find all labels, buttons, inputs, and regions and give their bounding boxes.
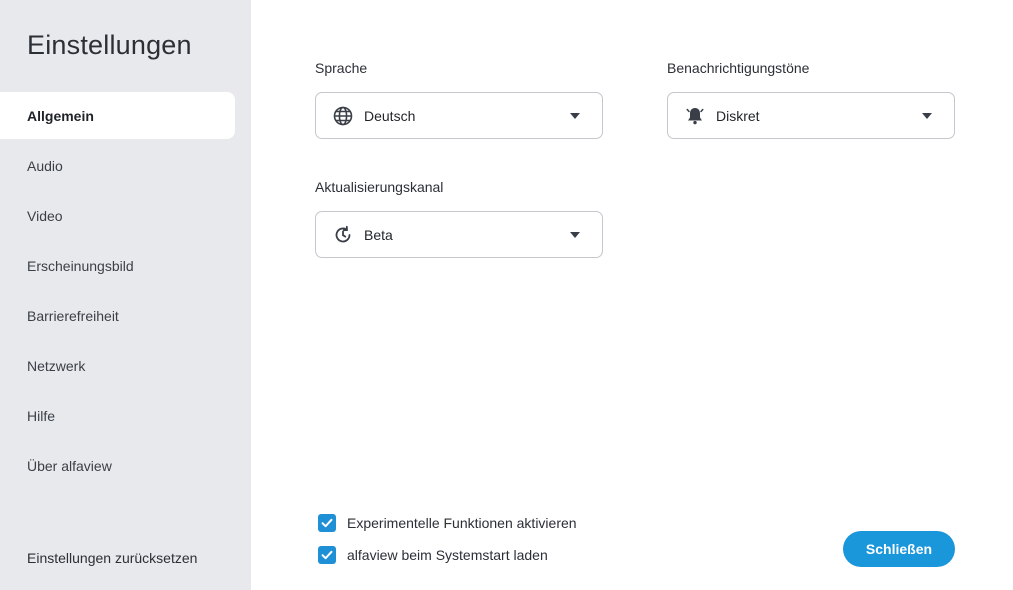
sidebar-item-hilfe[interactable]: Hilfe — [0, 392, 235, 439]
sidebar-item-audio[interactable]: Audio — [0, 142, 235, 189]
notification-sounds-select[interactable]: Diskret — [667, 92, 955, 139]
experimental-features-option[interactable]: Experimentelle Funktionen aktivieren — [318, 514, 577, 532]
sidebar-item-barrierefreiheit[interactable]: Barrierefreiheit — [0, 292, 235, 339]
update-icon — [332, 224, 354, 246]
autostart-label: alfaview beim Systemstart laden — [347, 547, 548, 563]
experimental-features-checkbox[interactable] — [318, 514, 336, 532]
update-channel-select[interactable]: Beta — [315, 211, 603, 258]
experimental-features-label: Experimentelle Funktionen aktivieren — [347, 515, 577, 531]
language-label: Sprache — [315, 60, 368, 76]
update-channel-label: Aktualisierungskanal — [315, 179, 444, 195]
bell-icon — [684, 105, 706, 127]
chevron-down-icon — [570, 231, 580, 238]
update-channel-value: Beta — [364, 226, 393, 243]
language-value: Deutsch — [364, 107, 416, 124]
sidebar-item-netzwerk[interactable]: Netzwerk — [0, 342, 235, 389]
chevron-down-icon — [922, 112, 932, 119]
sidebar-item-video[interactable]: Video — [0, 192, 235, 239]
globe-icon — [332, 105, 354, 127]
notification-sounds-value: Diskret — [716, 107, 760, 124]
sidebar-item-allgemein[interactable]: Allgemein — [0, 92, 235, 139]
sidebar-item-ueber-alfaview[interactable]: Über alfaview — [0, 442, 235, 489]
notification-sounds-label: Benachrichtigungstöne — [667, 60, 810, 76]
chevron-down-icon — [570, 112, 580, 119]
language-select[interactable]: Deutsch — [315, 92, 603, 139]
sidebar-title: Einstellungen — [27, 30, 192, 60]
autostart-checkbox[interactable] — [318, 546, 336, 564]
sidebar: Einstellungen Allgemein Audio Video Ersc… — [0, 0, 251, 590]
reset-settings-link[interactable]: Einstellungen zurücksetzen — [27, 550, 197, 566]
close-button[interactable]: Schließen — [843, 531, 955, 567]
autostart-option[interactable]: alfaview beim Systemstart laden — [318, 546, 548, 564]
sidebar-item-erscheinungsbild[interactable]: Erscheinungsbild — [0, 242, 235, 289]
